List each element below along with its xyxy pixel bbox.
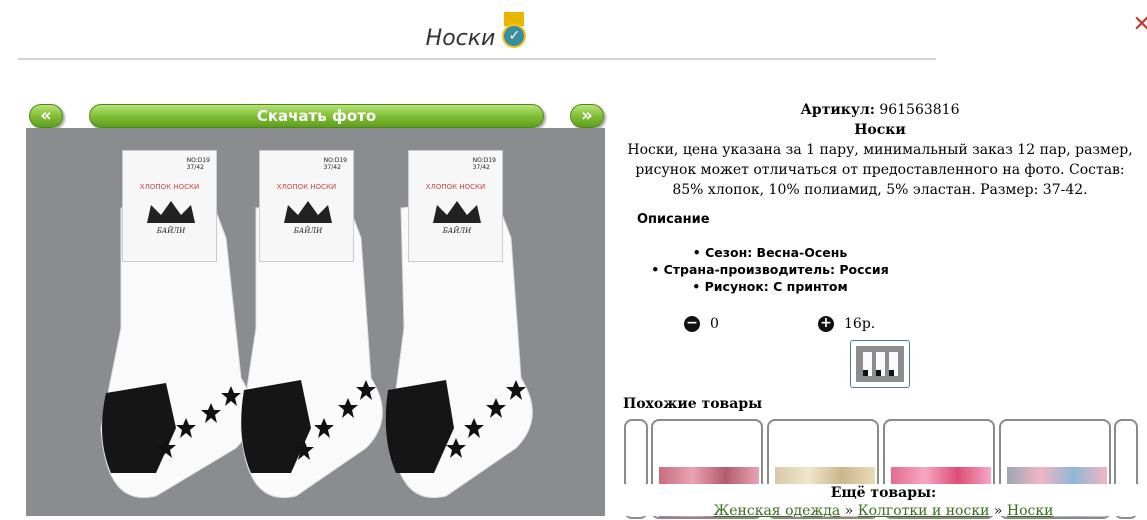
svg-text:БАЙЛИ: БАЙЛИ [293, 225, 323, 235]
article-label: Артикул: [800, 102, 875, 118]
close-icon[interactable]: ✕ [1133, 12, 1147, 37]
svg-text:БАЙЛИ: БАЙЛИ [442, 225, 472, 235]
feature-list: • Сезон: Весна-Осень • Страна-производит… [620, 244, 920, 295]
page-header: Носки ✓ [0, 12, 955, 52]
feature-item: • Сезон: Весна-Осень [692, 245, 848, 260]
verified-check-icon: ✓ [501, 12, 529, 52]
description-heading: Описание [637, 212, 710, 227]
download-photo-button[interactable]: Скачать фото [89, 104, 544, 128]
sock-tag: NO:D19 37/42 ХЛОПОК НОСКИ БАЙЛИ [259, 150, 354, 262]
quantity-value: 0 [710, 316, 719, 332]
product-name: Носки [854, 122, 906, 138]
page-title: Носки [425, 26, 496, 51]
prev-photo-button[interactable]: « [29, 104, 63, 128]
more-products: Ещё товары: Женская одежда » Колготки и … [620, 484, 1147, 519]
photo-thumbnail[interactable] [850, 340, 910, 388]
price-block: + 16р. [818, 316, 875, 332]
breadcrumb-link[interactable]: Носки [1007, 503, 1054, 519]
price-value: 16р. [844, 316, 876, 332]
breadcrumb-link[interactable]: Колготки и носки [858, 503, 990, 519]
feature-item: • Страна-производитель: Россия [651, 262, 889, 277]
quantity-stepper: − 0 [684, 316, 719, 332]
sock-tag: NO:D19 37/42 ХЛОПОК НОСКИ БАЙЛИ [122, 150, 217, 262]
next-photo-button[interactable]: » [570, 104, 604, 128]
more-heading: Ещё товары: [830, 485, 937, 501]
feature-item: • Рисунок: С принтом [692, 279, 848, 294]
title-divider [18, 58, 936, 60]
breadcrumb-link[interactable]: Женская одежда [714, 503, 841, 519]
minus-icon[interactable]: − [684, 316, 700, 332]
plus-icon[interactable]: + [818, 316, 834, 332]
breadcrumb: Женская одежда » Колготки и носки » Носк… [713, 503, 1054, 519]
similar-heading: Похожие товары [623, 396, 763, 412]
svg-text:БАЙЛИ: БАЙЛИ [156, 225, 186, 235]
product-info: Артикул: 961563816 Носки Носки, цена ука… [620, 100, 1140, 200]
product-photo[interactable]: NO:D19 37/42 ХЛОПОК НОСКИ БАЙЛИ NO:D19 37/… [26, 128, 605, 516]
product-description: Носки, цена указана за 1 пару, минимальн… [627, 142, 1133, 198]
sock-tag: NO:D19 37/42 ХЛОПОК НОСКИ БАЙЛИ [408, 150, 503, 262]
article-value: 961563816 [879, 102, 960, 118]
